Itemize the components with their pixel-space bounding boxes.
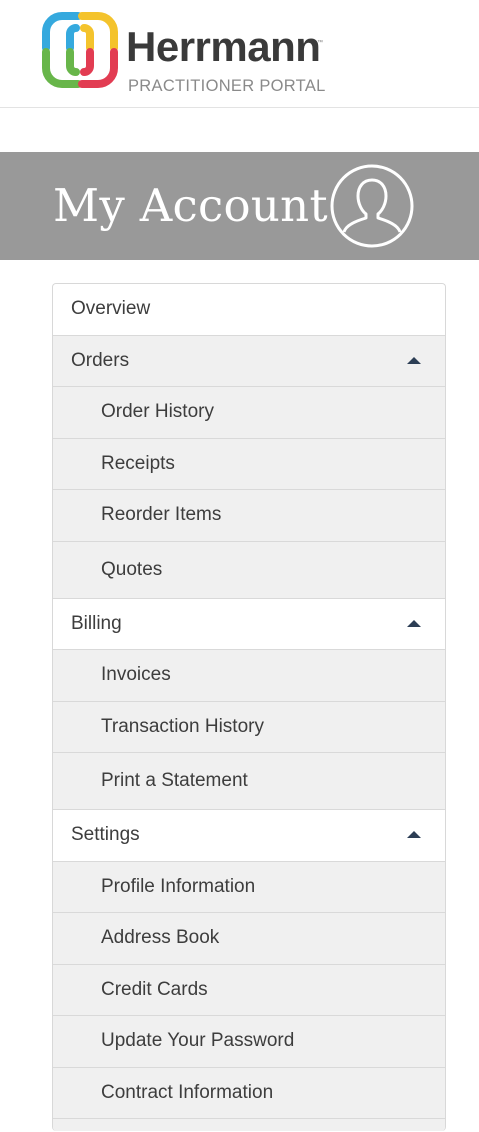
menu-section-orders[interactable]: Orders (53, 335, 445, 387)
caret-up-icon[interactable] (407, 356, 421, 364)
menu-item-label: Contract Information (101, 1081, 274, 1103)
brand-subtitle: PRACTITIONER PORTAL (128, 77, 326, 95)
menu-item-label: Quotes (101, 558, 163, 580)
menu-item-contract-information[interactable]: Contract Information (53, 1067, 445, 1119)
herrmann-logo-icon[interactable] (40, 10, 120, 90)
menu-item-credit-cards[interactable]: Credit Cards (53, 964, 445, 1016)
menu-item-label: Invoices (101, 664, 171, 686)
menu-item-invoices[interactable]: Invoices (53, 650, 445, 702)
menu-item-transaction-history[interactable]: Transaction History (53, 701, 445, 753)
account-banner: My Account (0, 152, 479, 260)
menu-item-update-password[interactable]: Update Your Password (53, 1016, 445, 1068)
menu-item-order-history[interactable]: Order History (53, 387, 445, 439)
menu-item-label: Overview (71, 298, 151, 320)
menu-item-label: Receipts (101, 452, 175, 474)
account-menu: Overview Orders Order History Receipts R… (52, 283, 446, 1131)
caret-up-icon[interactable] (407, 619, 421, 627)
menu-item-label: Order History (101, 401, 214, 423)
menu-item-overview[interactable]: Overview (53, 284, 445, 336)
menu-item-label: Update Your Password (101, 1030, 295, 1052)
brand-trademark: ™ (317, 40, 323, 46)
menu-item-partial (53, 1119, 445, 1131)
brand-name: Herrmann (126, 23, 321, 70)
menu-item-label: Transaction History (101, 715, 264, 737)
menu-item-receipts[interactable]: Receipts (53, 438, 445, 490)
menu-item-quotes[interactable]: Quotes (53, 541, 445, 599)
menu-item-label: Reorder Items (101, 504, 222, 526)
site-header: Herrmann ™ PRACTITIONER PORTAL (0, 0, 479, 108)
menu-section-settings[interactable]: Settings (53, 810, 445, 862)
menu-item-print-statement[interactable]: Print a Statement (53, 753, 445, 810)
menu-section-label: Orders (71, 349, 130, 371)
menu-section-billing[interactable]: Billing (53, 598, 445, 650)
menu-item-label: Credit Cards (101, 978, 208, 1000)
caret-up-icon[interactable] (407, 831, 421, 839)
menu-item-reorder-items[interactable]: Reorder Items (53, 490, 445, 542)
menu-item-address-book[interactable]: Address Book (53, 913, 445, 965)
menu-item-label: Profile Information (101, 875, 256, 897)
menu-item-label: Print a Statement (101, 770, 248, 791)
menu-item-profile-information[interactable]: Profile Information (53, 861, 445, 913)
page-title: My Account (53, 179, 328, 232)
menu-item-label: Address Book (101, 927, 220, 949)
menu-section-label: Settings (71, 824, 140, 846)
user-silhouette-icon (330, 164, 414, 248)
menu-section-label: Billing (71, 612, 122, 634)
